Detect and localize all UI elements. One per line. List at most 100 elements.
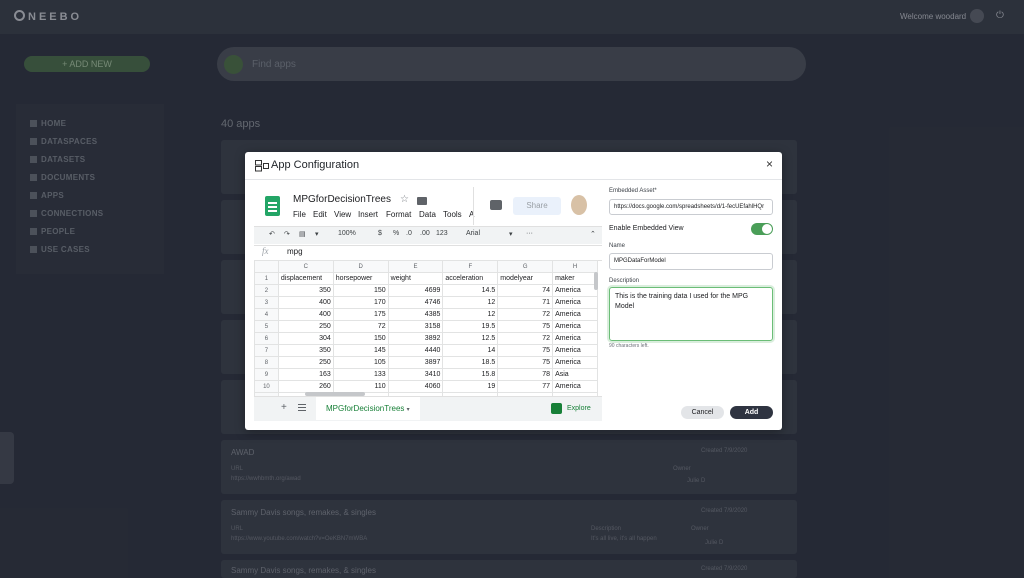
row-header[interactable]: 5 [254,320,279,333]
cancel-button[interactable]: Cancel [681,406,724,419]
row-header[interactable]: 9 [254,368,279,381]
formula-value[interactable]: mpg [287,247,303,256]
menu-format[interactable]: Format [386,210,411,219]
increase-decimal-button[interactable]: .00 [420,230,430,237]
column-header[interactable]: H [552,260,598,273]
explore-button[interactable]: Explore [567,405,591,412]
cell[interactable]: 72 [497,308,554,321]
cell[interactable]: 3892 [387,332,444,345]
row-header[interactable]: 4 [254,308,279,321]
sheet-tab[interactable]: MPGforDecisionTrees ▾ [316,397,420,420]
menu-edit[interactable]: Edit [313,210,327,219]
description-textarea[interactable]: This is the training data I used for the… [609,287,773,341]
row-header[interactable]: 2 [254,284,279,297]
cell[interactable]: 75 [497,356,554,369]
add-sheet-icon[interactable]: + [281,402,287,413]
cell[interactable]: America [552,320,598,333]
cell[interactable]: America [552,380,598,393]
column-header[interactable]: D [332,260,389,273]
cell[interactable]: 4746 [387,296,444,309]
undo-icon[interactable]: ↶ [269,230,275,238]
zoom-select[interactable]: 100% [338,230,356,237]
cell[interactable]: 78 [497,368,554,381]
decrease-decimal-button[interactable]: .0 [406,230,412,237]
cell[interactable]: 4060 [387,380,444,393]
cell[interactable]: 3897 [387,356,444,369]
cell[interactable]: 72 [332,320,389,333]
cell[interactable]: 170 [332,296,389,309]
comment-icon[interactable] [490,200,502,210]
cell[interactable]: 14.5 [442,284,499,297]
spreadsheet-grid[interactable]: C D E F G H 1 displacement horsepower we… [254,260,598,396]
cell[interactable]: 19 [442,380,499,393]
menu-insert[interactable]: Insert [358,210,378,219]
cell[interactable]: 74 [497,284,554,297]
folder-icon[interactable] [417,197,427,205]
cell[interactable]: 4385 [387,308,444,321]
cell[interactable]: America [552,332,598,345]
cell[interactable]: 19.5 [442,320,499,333]
cell[interactable]: America [552,308,598,321]
collapse-icon[interactable]: ⌃ [590,230,596,238]
cell[interactable]: 350 [277,344,334,357]
vertical-scrollbar[interactable] [594,272,598,290]
name-input[interactable]: MPGDataForModel [609,253,773,270]
cell[interactable]: 175 [332,308,389,321]
cell[interactable]: 145 [332,344,389,357]
menu-data[interactable]: Data [419,210,436,219]
cell[interactable]: 72 [497,332,554,345]
cell[interactable]: 304 [277,332,334,345]
cell[interactable]: 75 [497,320,554,333]
cell[interactable]: weight [387,272,444,285]
cell[interactable]: 75 [497,344,554,357]
all-sheets-icon[interactable] [298,404,306,411]
cell[interactable]: 150 [332,332,389,345]
embedded-asset-input[interactable]: https://docs.google.com/spreadsheets/d/1… [609,199,773,215]
cell[interactable]: 71 [497,296,554,309]
cell[interactable]: 400 [277,308,334,321]
column-header[interactable]: F [442,260,499,273]
cell[interactable]: America [552,356,598,369]
cell[interactable]: 260 [277,380,334,393]
explore-icon[interactable] [551,403,562,414]
cell[interactable]: America [552,344,598,357]
print-icon[interactable]: ▤ [299,230,306,238]
cell[interactable]: 250 [277,320,334,333]
cell[interactable]: America [552,284,598,297]
row-header[interactable]: 1 [254,272,279,285]
corner-cell[interactable] [254,260,279,273]
currency-button[interactable]: $ [378,230,382,237]
cell[interactable]: 400 [277,296,334,309]
cell[interactable]: 18.5 [442,356,499,369]
cell[interactable]: 4699 [387,284,444,297]
close-icon[interactable]: × [766,158,773,170]
more-button[interactable]: ··· [526,230,533,237]
row-header[interactable]: 7 [254,344,279,357]
row-header[interactable]: 8 [254,356,279,369]
column-header[interactable]: E [387,260,444,273]
menu-view[interactable]: View [334,210,351,219]
tab-dropdown-icon[interactable]: ▾ [407,407,410,413]
font-dropdown-icon[interactable]: ▾ [509,230,513,238]
paint-format-icon[interactable]: ▾ [315,230,319,238]
cell[interactable]: 12 [442,308,499,321]
cell[interactable]: 133 [332,368,389,381]
number-format-select[interactable]: 123 [436,230,448,237]
cell[interactable]: Asia [552,368,598,381]
font-select[interactable]: Arial [466,230,480,237]
cell[interactable]: 12.5 [442,332,499,345]
cell[interactable]: America [552,296,598,309]
menu-tools[interactable]: Tools [443,210,462,219]
share-button[interactable]: Share [513,197,561,215]
cell[interactable]: 250 [277,356,334,369]
add-button[interactable]: Add [730,406,773,419]
column-header[interactable]: G [497,260,554,273]
cell[interactable]: acceleration [442,272,499,285]
cell[interactable]: 3158 [387,320,444,333]
cell[interactable]: modelyear [497,272,554,285]
cell[interactable]: horsepower [332,272,389,285]
cell[interactable]: 150 [332,284,389,297]
cell[interactable]: 163 [277,368,334,381]
cell[interactable]: 110 [332,380,389,393]
row-header[interactable]: 10 [254,380,279,393]
